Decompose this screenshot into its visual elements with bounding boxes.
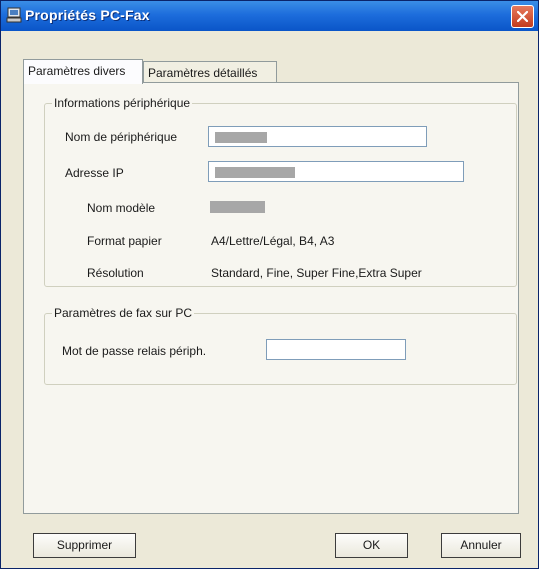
device-name-label: Nom de périphérique bbox=[65, 130, 178, 144]
ip-address-field[interactable] bbox=[208, 161, 464, 182]
cancel-button[interactable]: Annuler bbox=[441, 533, 521, 558]
device-name-field[interactable] bbox=[208, 126, 427, 147]
model-name-label: Nom modèle bbox=[87, 201, 156, 215]
close-button[interactable] bbox=[511, 5, 534, 28]
close-icon bbox=[517, 11, 528, 22]
pc-fax-settings-group: Paramètres de fax sur PC Mot de passe re… bbox=[44, 306, 517, 385]
device-name-redacted bbox=[215, 132, 267, 143]
window-title: Propriétés PC-Fax bbox=[25, 7, 150, 23]
model-name-redacted bbox=[210, 201, 265, 213]
pc-fax-icon bbox=[6, 7, 22, 23]
resolution-label: Résolution bbox=[87, 266, 144, 280]
ip-address-redacted bbox=[215, 167, 295, 178]
ip-address-label: Adresse IP bbox=[65, 166, 124, 180]
ok-button[interactable]: OK bbox=[335, 533, 408, 558]
tab-parametres-divers[interactable]: Paramètres divers bbox=[23, 59, 143, 84]
paper-format-value: A4/Lettre/Légal, B4, A3 bbox=[211, 234, 335, 248]
pc-fax-settings-group-label: Paramètres de fax sur PC bbox=[52, 306, 195, 320]
delete-button[interactable]: Supprimer bbox=[33, 533, 136, 558]
title-bar[interactable]: Propriétés PC-Fax bbox=[1, 1, 538, 31]
tab-panel: Informations périphérique Nom de périphé… bbox=[23, 82, 519, 514]
device-info-group: Informations périphérique Nom de périphé… bbox=[44, 96, 517, 287]
relay-password-field[interactable] bbox=[266, 339, 406, 360]
resolution-value: Standard, Fine, Super Fine,Extra Super bbox=[211, 266, 422, 280]
tab-parametres-detailles[interactable]: Paramètres détaillés bbox=[143, 61, 277, 83]
pc-fax-properties-dialog: Propriétés PC-Fax Paramètres divers Para… bbox=[0, 0, 539, 569]
device-info-group-label: Informations périphérique bbox=[52, 96, 193, 110]
relay-password-label: Mot de passe relais périph. bbox=[62, 344, 207, 358]
paper-format-label: Format papier bbox=[87, 234, 162, 248]
